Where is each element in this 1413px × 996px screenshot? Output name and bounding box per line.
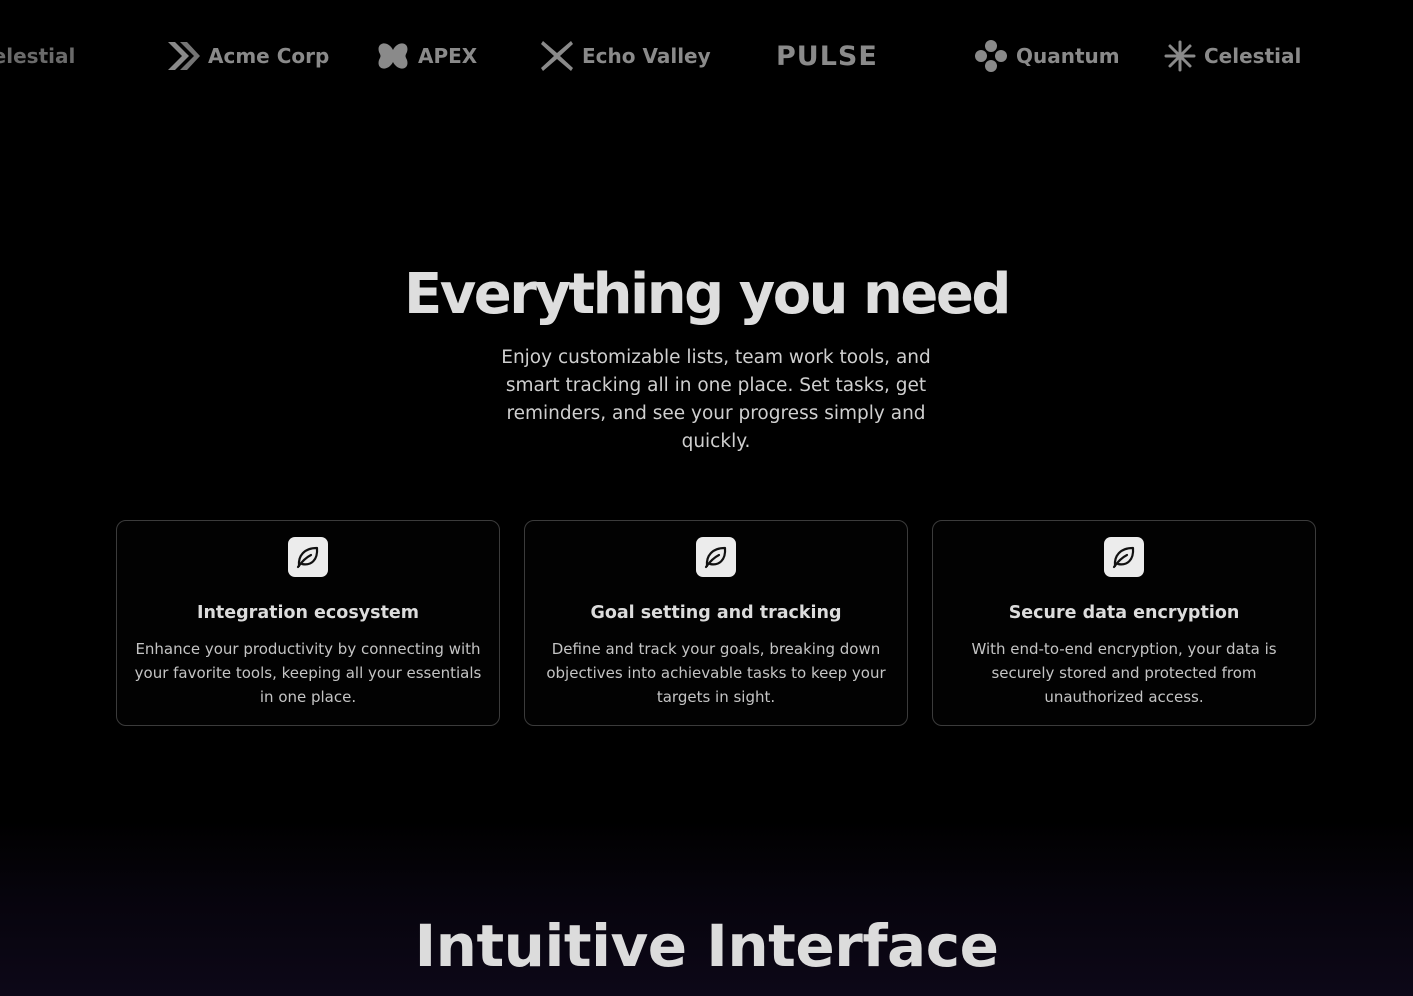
card-title: Integration ecosystem	[196, 603, 420, 623]
logo-name: APEX	[418, 44, 478, 68]
logo-name: Celestial	[0, 44, 76, 68]
card-description: Enhance your productivity by connecting …	[134, 640, 482, 706]
x-mark-icon	[540, 40, 574, 72]
logo-celestial: Celestial	[1164, 38, 1301, 74]
clover-shape-icon	[376, 40, 410, 72]
features-subtitle: Enjoy customizable lists, team work tool…	[501, 347, 931, 452]
logo-name: Celestial	[1204, 44, 1302, 68]
leaf-icon	[288, 537, 328, 577]
feature-card-goal-setting: Goal setting and tracking Define and tra…	[524, 520, 908, 726]
intuitive-interface-title: Intuitive Interface	[414, 912, 999, 980]
page: Celestial Acme Corp APEX	[0, 0, 1413, 996]
star-burst-icon	[1164, 40, 1196, 72]
logo-name: Acme Corp	[208, 44, 330, 68]
logo-echo-valley: Echo Valley	[540, 38, 711, 74]
logo-apex: APEX	[376, 38, 477, 74]
logo-name: Echo Valley	[582, 44, 711, 68]
card-title: Goal setting and tracking	[590, 603, 842, 623]
logo-celestial-partial: Celestial	[0, 38, 75, 74]
feature-card-integration: Integration ecosystem Enhance your produ…	[116, 520, 500, 726]
logo-strip: Celestial Acme Corp APEX	[0, 28, 1413, 84]
leaf-icon	[696, 537, 736, 577]
logo-acme-corp: Acme Corp	[166, 38, 329, 74]
double-chevron-icon	[166, 40, 200, 72]
card-title: Secure data encryption	[1008, 603, 1240, 623]
logo-name: Quantum	[1016, 44, 1120, 68]
card-description: Define and track your goals, breaking do…	[546, 640, 886, 706]
features-title: Everything you need	[404, 262, 1011, 327]
logo-pulse: PULSE	[776, 38, 878, 74]
four-dot-icon	[974, 39, 1008, 73]
leaf-icon	[1104, 537, 1144, 577]
logo-name: PULSE	[776, 40, 878, 72]
feature-card-encryption: Secure data encryption With end-to-end e…	[932, 520, 1316, 726]
card-description: With end-to-end encryption, your data is…	[971, 640, 1277, 706]
logo-quantum: Quantum	[974, 38, 1120, 74]
